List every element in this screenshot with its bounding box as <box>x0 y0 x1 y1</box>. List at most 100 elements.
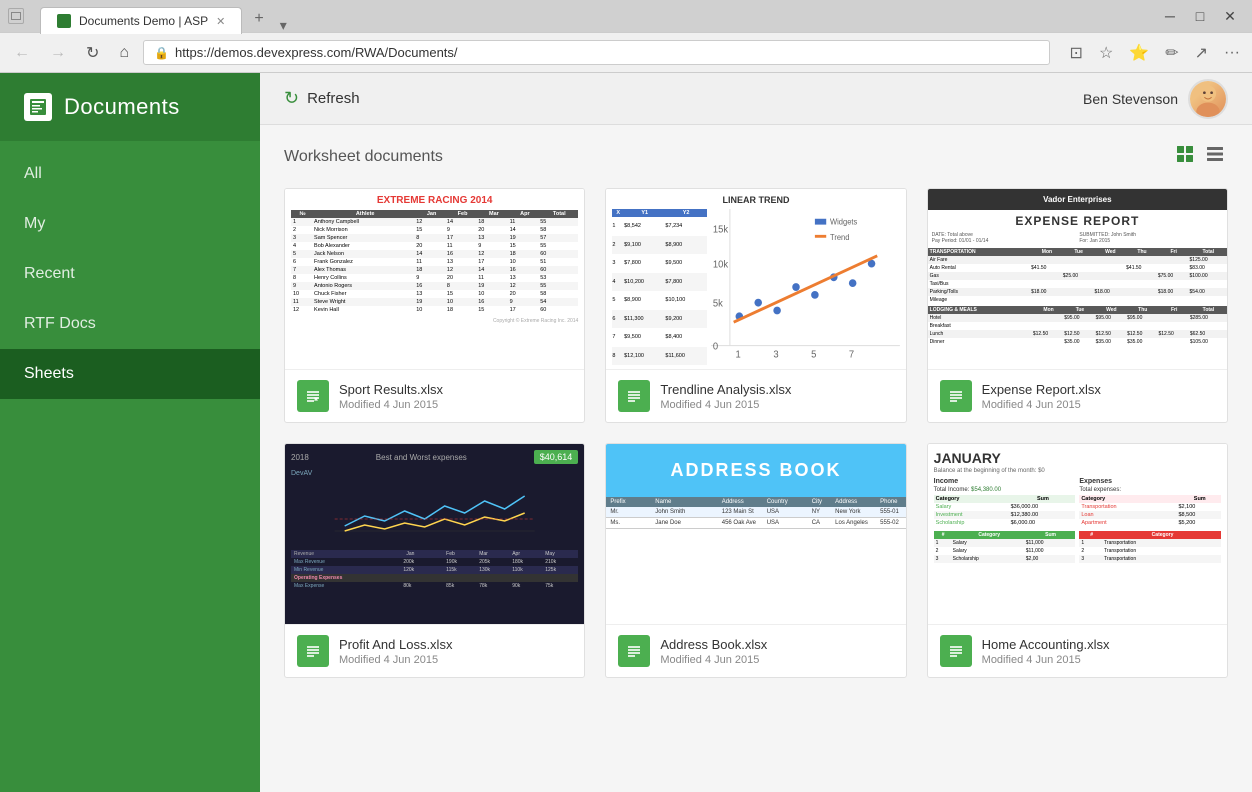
refresh-label: Refresh <box>307 90 360 107</box>
sidebar: Documents All My Recent RTF Docs Sheets <box>0 73 260 792</box>
xlsx-icon-profit <box>297 635 329 667</box>
sidebar-item-sheets[interactable]: Sheets <box>0 349 260 399</box>
address-bar-row: ← → ↻ ⌂ 🔒 https://demos.devexpress.com/R… <box>0 32 1252 72</box>
doc-details-profit: Profit And Loss.xlsx Modified 4 Jun 2015 <box>339 637 572 666</box>
sidebar-item-rtfdocs[interactable]: RTF Docs <box>0 299 260 349</box>
doc-name-trendline: Trendline Analysis.xlsx <box>660 382 893 397</box>
doc-details-expense: Expense Report.xlsx Modified 4 Jun 2015 <box>982 382 1215 411</box>
doc-name-expense: Expense Report.xlsx <box>982 382 1215 397</box>
doc-name-sport: Sport Results.xlsx <box>339 382 572 397</box>
tab-close-btn[interactable]: ✕ <box>216 15 225 28</box>
doc-details-sport: Sport Results.xlsx Modified 4 Jun 2015 <box>339 382 572 411</box>
document-grid: EXTREME RACING 2014 № Athlete Jan Feb Ma… <box>284 188 1228 678</box>
content-area: Worksheet documents <box>260 125 1252 792</box>
title-bar: Documents Demo | ASP ✕ + ▾ ─ □ ✕ <box>0 0 1252 32</box>
minimize-btn[interactable]: ─ <box>1156 5 1184 27</box>
close-btn[interactable]: ✕ <box>1216 5 1244 27</box>
home-btn[interactable]: ⌂ <box>113 40 135 66</box>
window-icon <box>8 8 24 24</box>
svg-text:10k: 10k <box>713 259 728 270</box>
refresh-nav-btn[interactable]: ↻ <box>80 39 105 67</box>
doc-info-trendline: Trendline Analysis.xlsx Modified 4 Jun 2… <box>606 369 905 422</box>
lock-icon: 🔒 <box>154 46 169 60</box>
address-box[interactable]: 🔒 https://demos.devexpress.com/RWA/Docum… <box>143 40 1049 65</box>
user-name: Ben Stevenson <box>1083 91 1178 107</box>
tab-dropdown-btn[interactable]: ▾ <box>276 17 291 34</box>
sidebar-item-recent[interactable]: Recent <box>0 249 260 299</box>
svg-text:5: 5 <box>811 349 816 360</box>
xlsx-icon-trendline <box>618 380 650 412</box>
svg-text:3: 3 <box>773 349 778 360</box>
more-btn[interactable]: ··· <box>1220 40 1244 66</box>
active-tab[interactable]: Documents Demo | ASP ✕ <box>40 7 242 34</box>
section-header: Worksheet documents <box>284 141 1228 172</box>
bookmark-star-btn[interactable]: ☆ <box>1095 39 1117 67</box>
doc-card-sport-results[interactable]: EXTREME RACING 2014 № Athlete Jan Feb Ma… <box>284 188 585 423</box>
doc-info-sport-results: Sport Results.xlsx Modified 4 Jun 2015 <box>285 369 584 422</box>
doc-info-home: Home Accounting.xlsx Modified 4 Jun 2015 <box>928 624 1227 677</box>
browser-toolbar-icons: ⊡ ☆ ⭐ ✏ ↗ ··· <box>1066 39 1244 67</box>
svg-text:0: 0 <box>713 341 718 352</box>
doc-name-profit: Profit And Loss.xlsx <box>339 637 572 652</box>
doc-card-profit[interactable]: 2018 Best and Worst expenses $40,614 Dev… <box>284 443 585 678</box>
tab-bar: Documents Demo | ASP ✕ + ▾ <box>32 0 1148 34</box>
refresh-button[interactable]: ↻ Refresh <box>284 88 360 109</box>
doc-info-profit: Profit And Loss.xlsx Modified 4 Jun 2015 <box>285 624 584 677</box>
doc-card-expense[interactable]: Vador Enterprises EXPENSE REPORT DATE: T… <box>927 188 1228 423</box>
doc-name-address: Address Book.xlsx <box>660 637 893 652</box>
user-info: Ben Stevenson <box>1083 79 1228 119</box>
favorites-btn[interactable]: ⭐ <box>1125 39 1153 67</box>
doc-modified-address: Modified 4 Jun 2015 <box>660 654 893 666</box>
doc-name-home: Home Accounting.xlsx <box>982 637 1215 652</box>
sidebar-nav: All My Recent RTF Docs Sheets <box>0 141 260 792</box>
doc-info-address: Address Book.xlsx Modified 4 Jun 2015 <box>606 624 905 677</box>
tab-favicon <box>57 14 71 28</box>
svg-text:7: 7 <box>849 349 854 360</box>
doc-card-trendline[interactable]: LINEAR TREND XY1Y2 1$8,542$7,234 2$9,100… <box>605 188 906 423</box>
svg-text:5k: 5k <box>713 298 723 309</box>
doc-modified-sport: Modified 4 Jun 2015 <box>339 399 572 411</box>
sidebar-item-all[interactable]: All <box>0 149 260 199</box>
svg-text:Widgets: Widgets <box>830 217 857 226</box>
svg-text:1: 1 <box>735 349 740 360</box>
view-toggle <box>1172 141 1228 172</box>
refresh-icon: ↻ <box>284 88 299 109</box>
section-title: Worksheet documents <box>284 148 443 166</box>
browser-chrome: Documents Demo | ASP ✕ + ▾ ─ □ ✕ ← → ↻ ⌂… <box>0 0 1252 73</box>
maximize-btn[interactable]: □ <box>1186 5 1214 27</box>
logo-icon <box>24 93 52 121</box>
logo-text: Documents <box>64 94 180 120</box>
sidebar-logo: Documents <box>0 73 260 141</box>
xlsx-icon-sport <box>297 380 329 412</box>
doc-preview-expense: Vador Enterprises EXPENSE REPORT DATE: T… <box>928 189 1227 369</box>
back-btn[interactable]: ← <box>8 40 36 66</box>
doc-details-address: Address Book.xlsx Modified 4 Jun 2015 <box>660 637 893 666</box>
grid-view-btn[interactable] <box>1172 141 1198 172</box>
window-controls: ─ □ ✕ <box>1156 5 1244 27</box>
reader-view-btn[interactable]: ⊡ <box>1066 39 1087 67</box>
xlsx-icon-home <box>940 635 972 667</box>
doc-card-home[interactable]: JANUARY Balance at the beginning of the … <box>927 443 1228 678</box>
notes-btn[interactable]: ✏ <box>1161 39 1182 67</box>
main-content: ↻ Refresh Ben Stevenson <box>260 73 1252 792</box>
doc-card-address[interactable]: ADDRESS BOOK Prefix Name Address Country… <box>605 443 906 678</box>
forward-btn[interactable]: → <box>44 40 72 66</box>
svg-text:Trend: Trend <box>830 233 849 242</box>
doc-details-trendline: Trendline Analysis.xlsx Modified 4 Jun 2… <box>660 382 893 411</box>
doc-preview-address: ADDRESS BOOK Prefix Name Address Country… <box>606 444 905 624</box>
app: Documents All My Recent RTF Docs Sheets … <box>0 73 1252 792</box>
doc-info-expense: Expense Report.xlsx Modified 4 Jun 2015 <box>928 369 1227 422</box>
doc-preview-home: JANUARY Balance at the beginning of the … <box>928 444 1227 624</box>
list-view-btn[interactable] <box>1202 141 1228 172</box>
app-toolbar: ↻ Refresh Ben Stevenson <box>260 73 1252 125</box>
svg-text:15k: 15k <box>713 224 728 235</box>
doc-modified-expense: Modified 4 Jun 2015 <box>982 399 1215 411</box>
xlsx-icon-expense <box>940 380 972 412</box>
new-tab-btn[interactable]: + <box>242 4 275 34</box>
doc-details-home: Home Accounting.xlsx Modified 4 Jun 2015 <box>982 637 1215 666</box>
avatar-image <box>1190 81 1226 117</box>
share-btn[interactable]: ↗ <box>1191 39 1212 67</box>
doc-preview-profit: 2018 Best and Worst expenses $40,614 Dev… <box>285 444 584 624</box>
user-avatar <box>1188 79 1228 119</box>
sidebar-item-my[interactable]: My <box>0 199 260 249</box>
